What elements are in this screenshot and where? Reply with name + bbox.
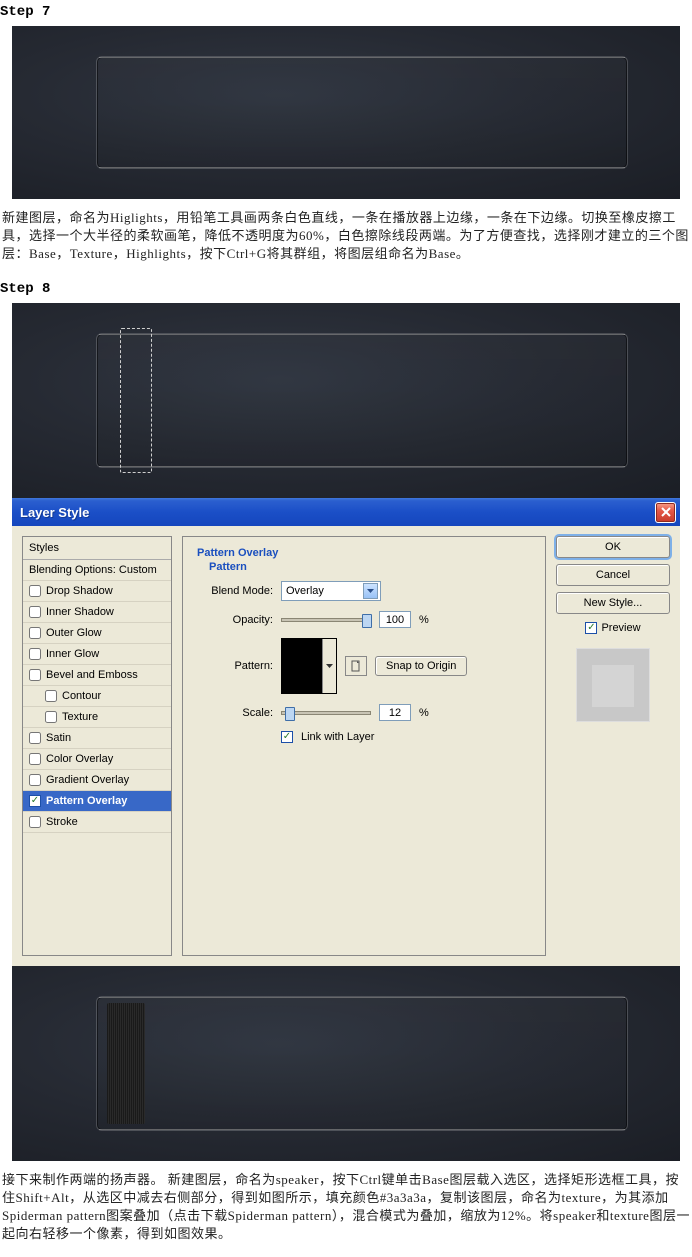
- style-satin[interactable]: Satin: [23, 728, 171, 749]
- preview-swatch: [576, 648, 650, 722]
- close-button[interactable]: [655, 502, 676, 523]
- color-overlay-checkbox[interactable]: [29, 753, 41, 765]
- opacity-slider[interactable]: [281, 618, 371, 622]
- styles-header[interactable]: Styles: [23, 537, 171, 560]
- snap-to-origin-button[interactable]: Snap to Origin: [375, 656, 467, 676]
- blend-mode-label: Blend Mode:: [197, 585, 273, 597]
- style-pattern-overlay[interactable]: ✓ Pattern Overlay: [23, 791, 171, 812]
- dialog-titlebar[interactable]: Layer Style: [12, 498, 680, 526]
- inner-glow-checkbox[interactable]: [29, 648, 41, 660]
- pattern-picker[interactable]: [281, 638, 337, 694]
- preview-row: ✓ Preview: [556, 622, 670, 634]
- drop-shadow-checkbox[interactable]: [29, 585, 41, 597]
- cancel-button[interactable]: Cancel: [556, 564, 670, 586]
- preview-checkbox[interactable]: ✓: [585, 622, 597, 634]
- player-glass-2: [96, 333, 628, 468]
- dialog-title: Layer Style: [20, 505, 655, 520]
- player-glass-3: [96, 996, 628, 1131]
- settings-title: Pattern Overlay: [197, 547, 531, 559]
- opacity-input[interactable]: [379, 611, 411, 628]
- step7-preview: [12, 26, 680, 199]
- step7-heading: Step 7: [0, 0, 692, 26]
- style-label: Drop Shadow: [46, 585, 113, 597]
- step8-preview-bottom: [12, 966, 680, 1161]
- chevron-down-icon: [363, 583, 378, 599]
- style-label: Satin: [46, 732, 71, 744]
- pattern-overlay-checkbox[interactable]: ✓: [29, 795, 41, 807]
- style-label: Bevel and Emboss: [46, 669, 138, 681]
- layer-style-dialog: Layer Style Styles Blending Options: Cus…: [12, 498, 680, 966]
- style-gradient-overlay[interactable]: Gradient Overlay: [23, 770, 171, 791]
- step8-paragraph: 接下来制作两端的扬声器。 新建图层，命名为speaker，按下Ctrl键单击Ba…: [0, 1161, 692, 1257]
- pattern-row: Pattern: Snap to Origin: [197, 638, 531, 694]
- new-style-button[interactable]: New Style...: [556, 592, 670, 614]
- pattern-label: Pattern:: [197, 660, 273, 672]
- style-bevel-emboss[interactable]: Bevel and Emboss: [23, 665, 171, 686]
- styles-list: Styles Blending Options: Custom Drop Sha…: [22, 536, 172, 956]
- outer-glow-checkbox[interactable]: [29, 627, 41, 639]
- bevel-emboss-checkbox[interactable]: [29, 669, 41, 681]
- new-pattern-button[interactable]: [345, 656, 367, 676]
- blend-mode-row: Blend Mode: Overlay: [197, 581, 531, 601]
- preview-swatch-inner: [592, 665, 634, 707]
- scale-pct: %: [419, 707, 429, 719]
- gradient-overlay-checkbox[interactable]: [29, 774, 41, 786]
- inner-shadow-checkbox[interactable]: [29, 606, 41, 618]
- opacity-slider-thumb[interactable]: [362, 614, 372, 628]
- scale-row: Scale: %: [197, 704, 531, 721]
- style-stroke[interactable]: Stroke: [23, 812, 171, 833]
- link-layer-row: ✓ Link with Layer: [281, 731, 531, 743]
- link-layer-checkbox[interactable]: ✓: [281, 731, 293, 743]
- satin-checkbox[interactable]: [29, 732, 41, 744]
- marquee-selection: [120, 328, 152, 473]
- style-inner-shadow[interactable]: Inner Shadow: [23, 602, 171, 623]
- blend-mode-select[interactable]: Overlay: [281, 581, 381, 601]
- scale-input[interactable]: [379, 704, 411, 721]
- contour-checkbox[interactable]: [45, 690, 57, 702]
- texture-checkbox[interactable]: [45, 711, 57, 723]
- new-document-icon: [350, 660, 362, 672]
- step8-heading: Step 8: [0, 277, 692, 303]
- opacity-label: Opacity:: [197, 614, 273, 626]
- scale-slider[interactable]: [281, 711, 371, 715]
- step8-preview-top: [12, 303, 680, 498]
- style-label: Stroke: [46, 816, 78, 828]
- opacity-row: Opacity: %: [197, 611, 531, 628]
- blending-options-row[interactable]: Blending Options: Custom: [23, 560, 171, 581]
- style-label: Inner Glow: [46, 648, 99, 660]
- step7-paragraph: 新建图层，命名为Higlights，用铅笔工具画两条白色直线，一条在播放器上边缘…: [0, 199, 692, 277]
- style-texture[interactable]: Texture: [23, 707, 171, 728]
- style-label: Texture: [62, 711, 98, 723]
- style-inner-glow[interactable]: Inner Glow: [23, 644, 171, 665]
- player-glass: [96, 56, 628, 169]
- link-layer-label: Link with Layer: [301, 731, 374, 743]
- speaker-texture: [107, 1003, 145, 1124]
- ok-button[interactable]: OK: [556, 536, 670, 558]
- close-icon: [661, 507, 671, 517]
- style-label: Contour: [62, 690, 101, 702]
- settings-subtitle: Pattern: [209, 561, 531, 573]
- settings-panel: Pattern Overlay Pattern Blend Mode: Over…: [182, 536, 546, 956]
- style-drop-shadow[interactable]: Drop Shadow: [23, 581, 171, 602]
- dialog-buttons: OK Cancel New Style... ✓ Preview: [556, 536, 670, 956]
- style-label: Inner Shadow: [46, 606, 114, 618]
- style-outer-glow[interactable]: Outer Glow: [23, 623, 171, 644]
- style-label: Gradient Overlay: [46, 774, 129, 786]
- style-contour[interactable]: Contour: [23, 686, 171, 707]
- stroke-checkbox[interactable]: [29, 816, 41, 828]
- style-label: Outer Glow: [46, 627, 102, 639]
- style-label: Color Overlay: [46, 753, 113, 765]
- chevron-down-icon: [322, 639, 336, 693]
- style-label: Pattern Overlay: [46, 795, 127, 807]
- scale-label: Scale:: [197, 707, 273, 719]
- style-color-overlay[interactable]: Color Overlay: [23, 749, 171, 770]
- scale-slider-thumb[interactable]: [285, 707, 295, 721]
- preview-label: Preview: [601, 622, 640, 634]
- blend-mode-value: Overlay: [286, 585, 324, 597]
- opacity-pct: %: [419, 614, 429, 626]
